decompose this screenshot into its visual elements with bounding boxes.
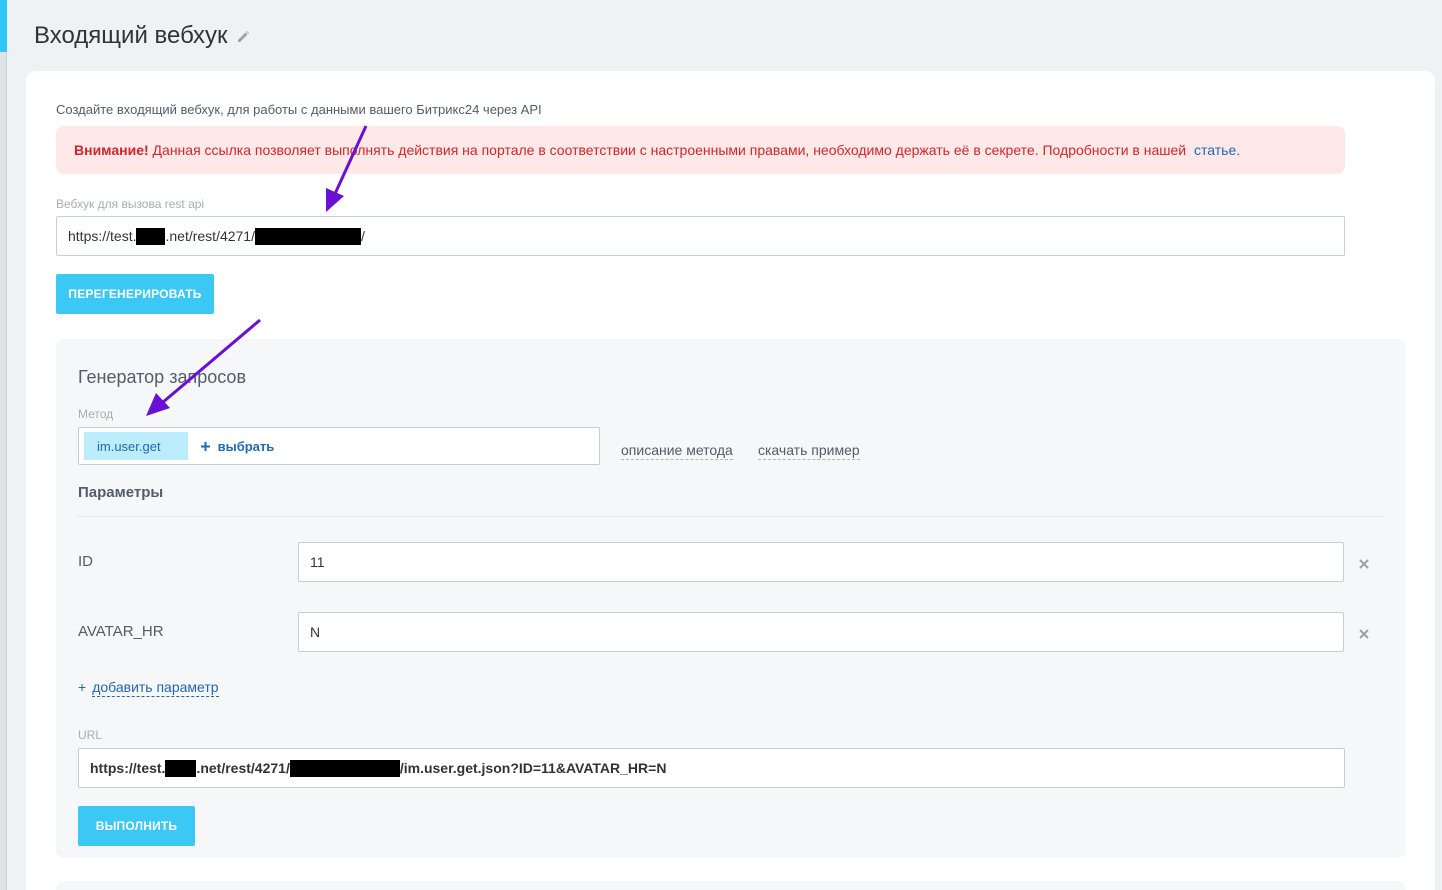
close-icon[interactable] [1357,627,1371,641]
add-param-button[interactable]: + добавить параметр [78,679,219,697]
url-suffix: /im.user.get.json?ID=11&AVATAR_HR=N [399,760,667,776]
webhook-label: Вебхук для вызова rest api [56,197,205,211]
divider [78,516,1384,517]
param-name: ID [78,553,93,570]
webhook-url-prefix: https://test. [68,228,137,244]
generator-title: Генератор запросов [78,367,247,387]
pencil-icon[interactable] [236,29,250,43]
method-tag[interactable]: im.user.get [84,432,188,460]
next-section [56,881,1406,890]
method-label: Метод [78,407,114,421]
redacted-block [165,759,197,777]
webhook-url-suffix: / [361,228,365,244]
param-value: N [310,624,321,640]
method-selector[interactable]: im.user.get выбрать [78,427,600,465]
generated-url-field[interactable]: https://test. .net/rest/4271/ /im.user.get… [78,748,1345,788]
params-title: Параметры [78,484,164,501]
alert-text: Данная ссылка позволяет выполнять действ… [148,142,1187,158]
warning-alert: Внимание! Данная ссылка позволяет выполн… [56,126,1345,174]
sidebar-accent [0,0,7,52]
webhook-card: Создайте входящий вебхук, для работы с д… [26,71,1435,890]
select-method-label: выбрать [217,438,275,454]
alert-tail: . [1236,142,1241,158]
close-icon[interactable] [1357,557,1371,571]
method-description-link[interactable]: описание метода [621,442,733,460]
url-prefix: https://test. [90,760,166,776]
param-value-input[interactable]: N [298,612,1344,652]
url-middle: .net/rest/4271/ [196,760,290,776]
alert-bold: Внимание! [74,142,149,158]
param-value-input[interactable]: 11 [298,542,1344,582]
regenerate-button[interactable]: ПЕРЕГЕНЕРИРОВАТЬ [56,274,214,314]
redacted-block [136,227,166,245]
redacted-block [255,227,361,245]
left-sidebar-edge [0,0,7,890]
page-title: Входящий вебхук [34,22,250,50]
redacted-block [289,759,400,777]
plus-icon [200,439,210,454]
plus-icon: + [78,679,87,695]
execute-button[interactable]: ВЫПОЛНИТЬ [78,806,195,846]
webhook-url-middle: .net/rest/4271/ [165,228,255,244]
download-example-link[interactable]: скачать пример [758,442,860,460]
webhook-url-field[interactable]: https://test. .net/rest/4271/ / [56,216,1345,256]
page-title-text: Входящий вебхук [34,22,228,49]
intro-text: Создайте входящий вебхук, для работы с д… [56,102,542,117]
article-link[interactable]: статье [1194,142,1236,158]
url-label: URL [78,728,103,742]
select-method-button[interactable]: выбрать [200,438,275,454]
param-value: 11 [310,554,325,570]
param-name: AVATAR_HR [78,623,164,640]
request-generator: Генератор запросов Метод im.user.get выб… [56,339,1406,858]
add-param-label: добавить параметр [92,679,219,697]
